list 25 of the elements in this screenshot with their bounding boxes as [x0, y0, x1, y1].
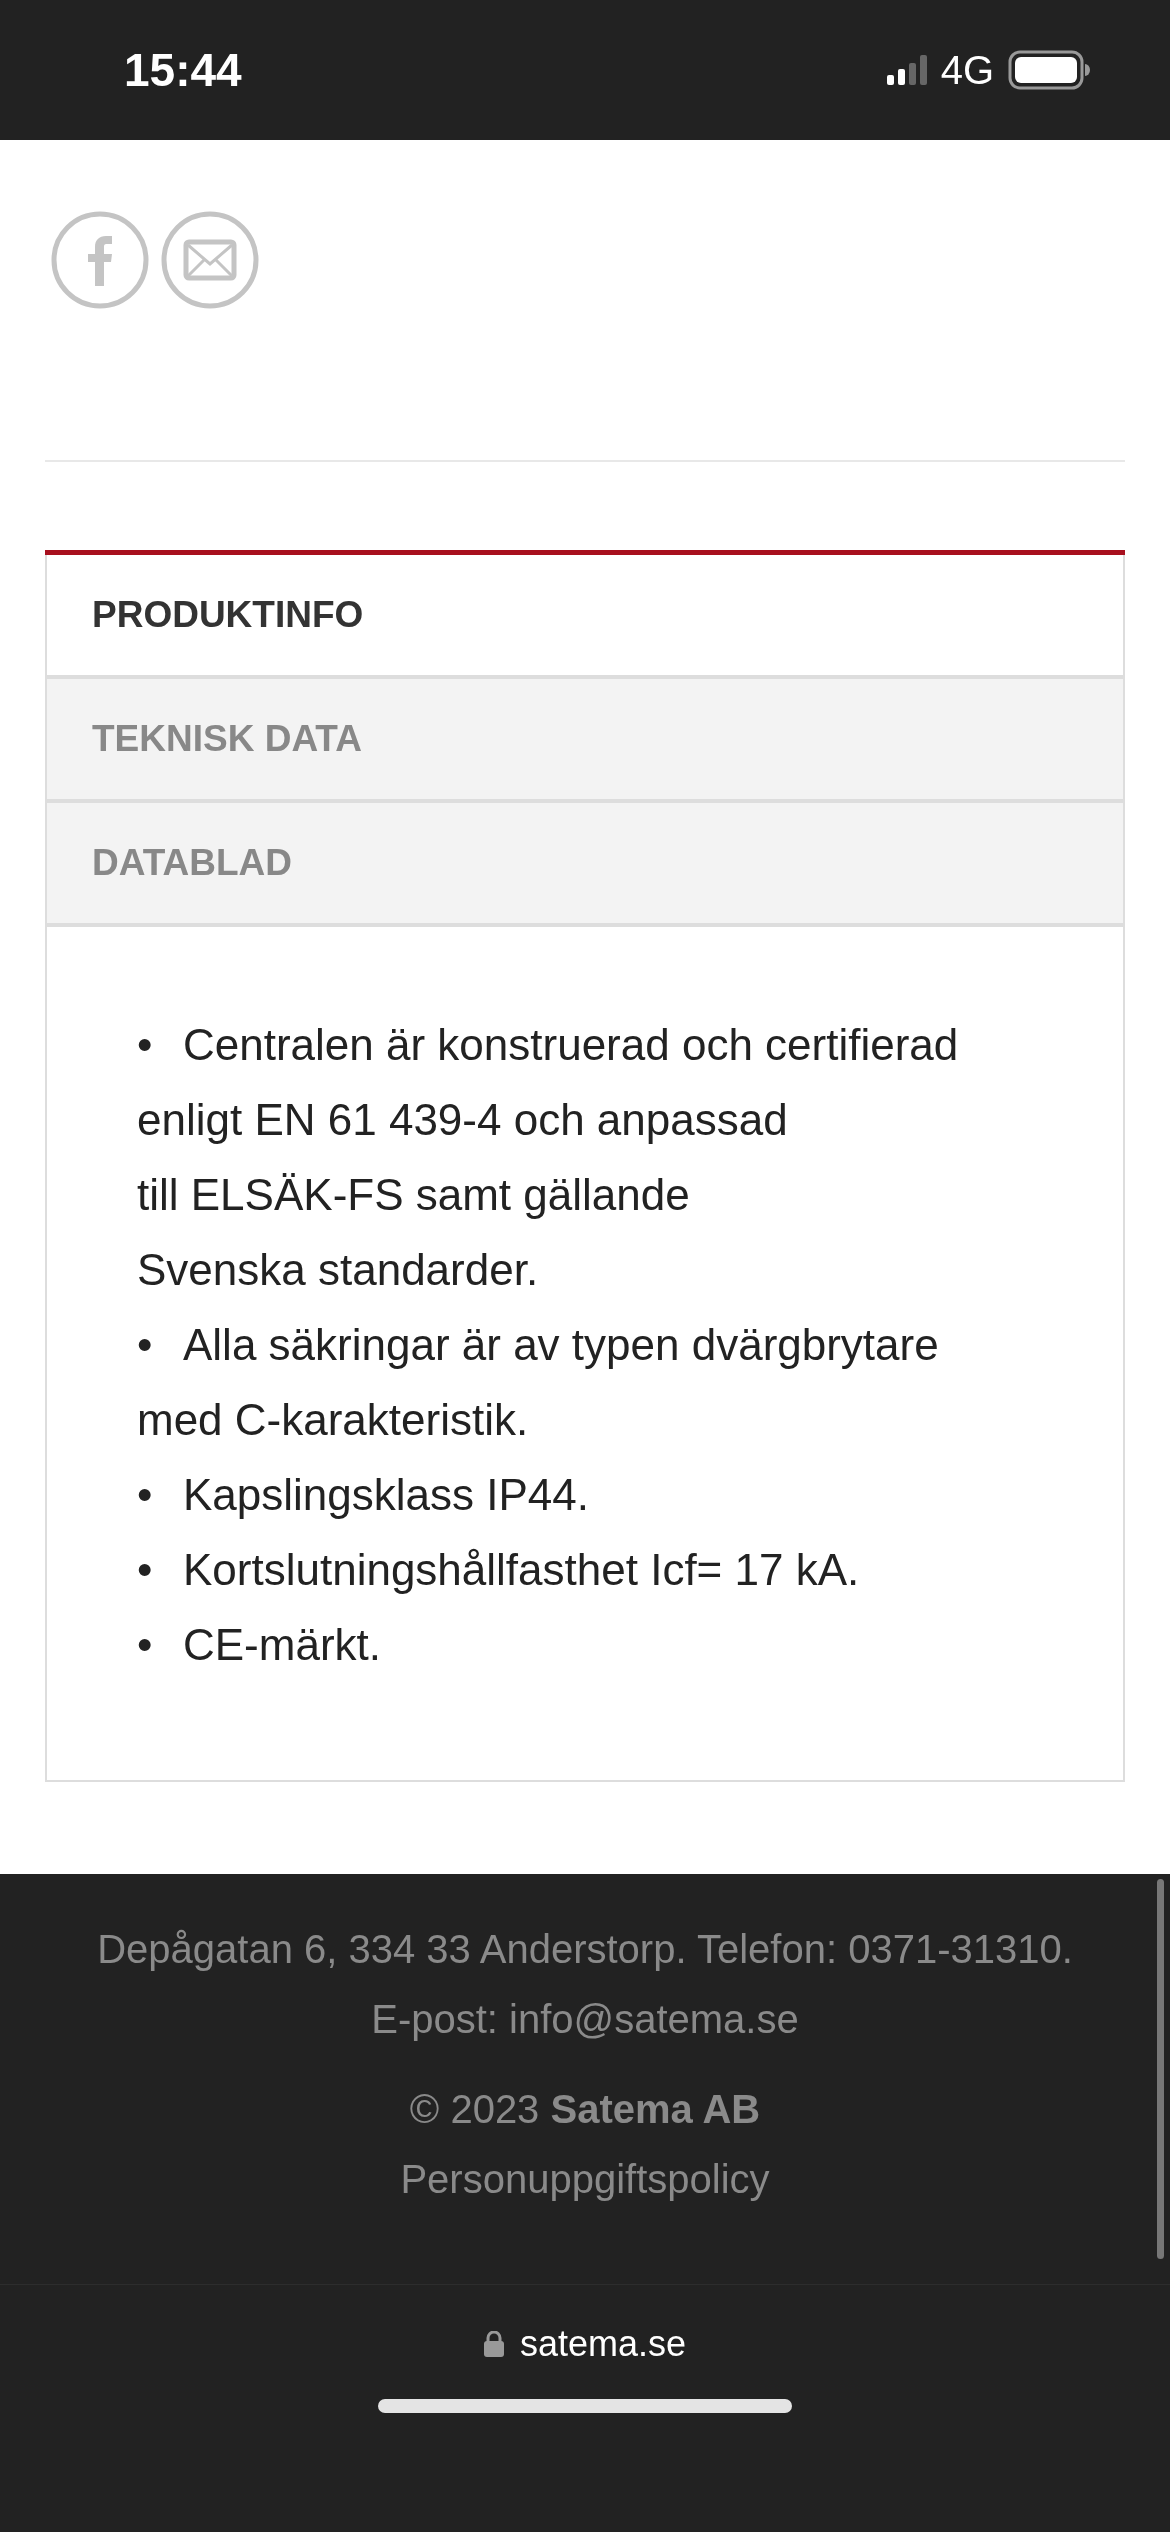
battery-icon — [1008, 50, 1090, 90]
list-text: • CE-märkt. — [137, 1619, 382, 1671]
home-indicator[interactable] — [378, 2399, 792, 2413]
footer-copyright: © 2023 Satema AB — [409, 2086, 761, 2133]
list-text: • Kortslutningshållfasthet Icf= 17 kA. — [137, 1544, 861, 1596]
footer-address: Depågatan 6, 334 33 Anderstorp. Telefon: 0371-31310. — [97, 1926, 1073, 1973]
list-text: • Alla säkringar är av typen dvärgbrytare — [137, 1319, 940, 1371]
signal-icon — [886, 55, 927, 85]
list-text: • Centralen är konstruerad och certifierad — [137, 1019, 960, 1071]
network-label: 4G — [940, 47, 994, 93]
footer-email: E-post: info@satema.se — [371, 1996, 799, 2043]
facebook-icon[interactable] — [50, 210, 150, 310]
status-time: 15:44 — [124, 43, 242, 97]
url-text[interactable]: satema.se — [519, 2323, 687, 2365]
policy-link[interactable]: Personuppgiftspolicy — [400, 2144, 770, 2214]
list-text: med C-karakteristik. — [137, 1394, 530, 1446]
tab[interactable]: DATABLAD — [45, 803, 1125, 927]
lock-icon — [483, 2331, 504, 2357]
tab[interactable]: PRODUKTINFO — [45, 555, 1125, 679]
tab[interactable]: TEKNISK DATA — [45, 679, 1125, 803]
email-icon[interactable] — [160, 210, 260, 310]
list-text: till ELSÄK-FS samt gällande — [137, 1169, 691, 1221]
list-text: • Kapslingsklass IP44. — [137, 1469, 590, 1521]
list-text: Svenska standarder. — [137, 1244, 540, 1296]
list-text: enligt EN 61 439-4 och anpassad — [137, 1094, 789, 1146]
